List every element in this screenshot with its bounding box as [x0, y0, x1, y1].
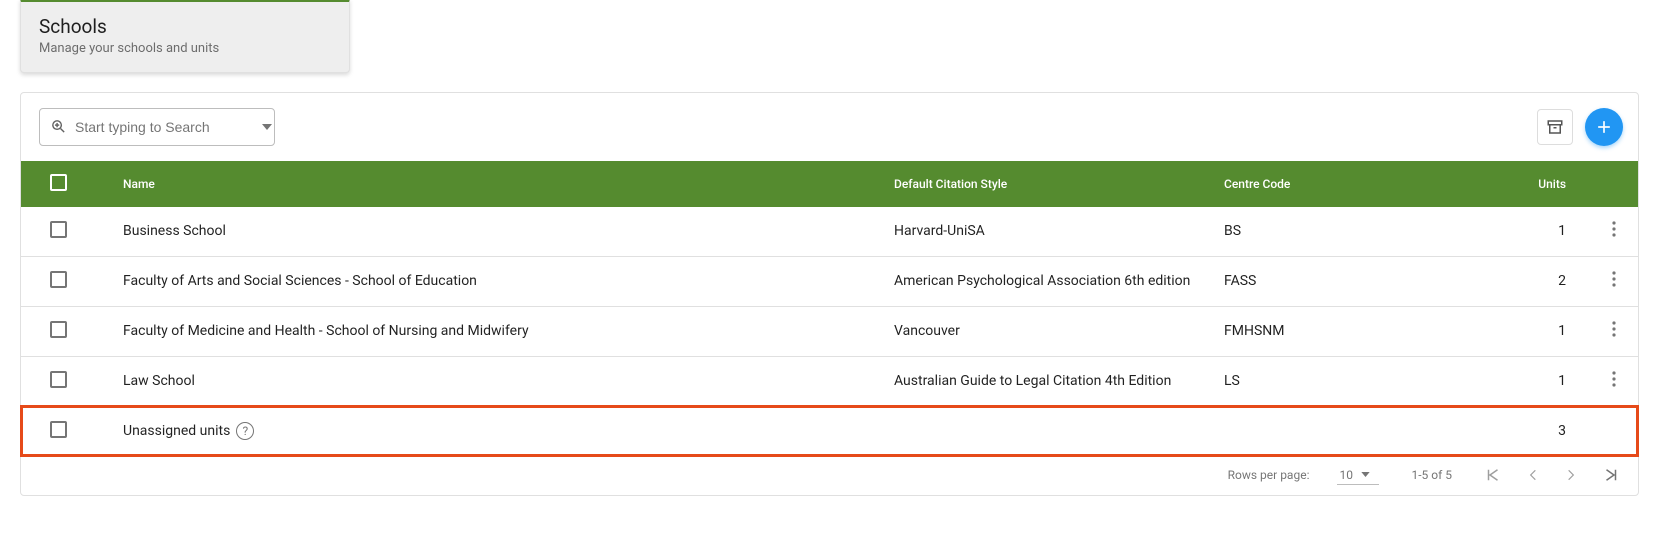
row-menu-button[interactable]: [1612, 321, 1616, 337]
row-checkbox[interactable]: [50, 321, 67, 338]
row-citation: Harvard-UniSA: [880, 207, 1210, 257]
row-centre-code: BS: [1210, 207, 1400, 257]
row-citation: [880, 406, 1210, 456]
table-row[interactable]: Faculty of Medicine and Health - School …: [21, 306, 1638, 356]
archive-button[interactable]: [1537, 109, 1573, 145]
table-row[interactable]: Faculty of Arts and Social Sciences - Sc…: [21, 256, 1638, 306]
help-icon[interactable]: ?: [236, 422, 254, 440]
row-centre-code: [1210, 406, 1400, 456]
col-header-units[interactable]: Units: [1400, 161, 1590, 207]
col-header-name[interactable]: Name: [95, 161, 880, 207]
tab-subtitle: Manage your schools and units: [39, 41, 331, 56]
caret-down-icon: [262, 124, 272, 130]
row-menu-button[interactable]: [1612, 221, 1616, 237]
archive-icon: [1546, 118, 1564, 136]
row-menu-button[interactable]: [1612, 371, 1616, 387]
row-citation: Australian Guide to Legal Citation 4th E…: [880, 356, 1210, 406]
more-vert-icon: [1612, 221, 1616, 237]
col-header-citation[interactable]: Default Citation Style: [880, 161, 1210, 207]
table-row[interactable]: Unassigned units? 3: [21, 406, 1638, 456]
row-name: Faculty of Arts and Social Sciences - Sc…: [123, 273, 477, 289]
last-page-button[interactable]: [1602, 466, 1620, 484]
row-checkbox[interactable]: [50, 271, 67, 288]
more-vert-icon: [1612, 321, 1616, 337]
next-page-button[interactable]: [1564, 468, 1578, 482]
search-box[interactable]: [39, 108, 275, 146]
row-centre-code: FMHSNM: [1210, 306, 1400, 356]
row-units: 1: [1400, 207, 1590, 257]
row-name: Unassigned units: [123, 423, 230, 439]
row-citation: Vancouver: [880, 306, 1210, 356]
row-units: 2: [1400, 256, 1590, 306]
pagination-range: 1-5 of 5: [1411, 468, 1452, 482]
row-name: Business School: [123, 223, 226, 239]
table-row[interactable]: Business School Harvard-UniSABS1: [21, 207, 1638, 257]
row-centre-code: FASS: [1210, 256, 1400, 306]
table-row[interactable]: Law School Australian Guide to Legal Cita…: [21, 356, 1638, 406]
toolbar: [21, 93, 1638, 161]
caret-down-icon: [1361, 472, 1370, 477]
add-button[interactable]: [1585, 108, 1623, 146]
first-page-button[interactable]: [1484, 466, 1502, 484]
row-units: 1: [1400, 356, 1590, 406]
row-menu-button[interactable]: [1612, 271, 1616, 287]
row-units: 1: [1400, 306, 1590, 356]
tab-title: Schools: [39, 16, 331, 39]
rows-per-page-value: 10: [1339, 468, 1353, 482]
row-checkbox[interactable]: [50, 371, 67, 388]
rows-per-page-select[interactable]: 10: [1337, 466, 1379, 485]
row-centre-code: LS: [1210, 356, 1400, 406]
more-vert-icon: [1612, 271, 1616, 287]
row-citation: American Psychological Association 6th e…: [880, 256, 1210, 306]
prev-page-button[interactable]: [1526, 468, 1540, 482]
search-icon: [50, 118, 67, 135]
select-all-checkbox[interactable]: [50, 174, 67, 191]
tab-schools[interactable]: Schools Manage your schools and units: [20, 0, 350, 73]
row-checkbox[interactable]: [50, 421, 67, 438]
search-input[interactable]: [75, 119, 256, 135]
schools-table: Name Default Citation Style Centre Code …: [21, 161, 1638, 456]
table-footer: Rows per page: 10 1-5 of 5: [21, 456, 1638, 495]
row-checkbox[interactable]: [50, 221, 67, 238]
schools-card: Name Default Citation Style Centre Code …: [20, 92, 1639, 496]
row-name: Faculty of Medicine and Health - School …: [123, 323, 529, 339]
plus-icon: [1594, 117, 1614, 137]
more-vert-icon: [1612, 371, 1616, 387]
rows-per-page-label: Rows per page:: [1228, 468, 1310, 482]
table-header-row: Name Default Citation Style Centre Code …: [21, 161, 1638, 207]
col-header-centre[interactable]: Centre Code: [1210, 161, 1400, 207]
row-units: 3: [1400, 406, 1590, 456]
row-name: Law School: [123, 373, 195, 389]
